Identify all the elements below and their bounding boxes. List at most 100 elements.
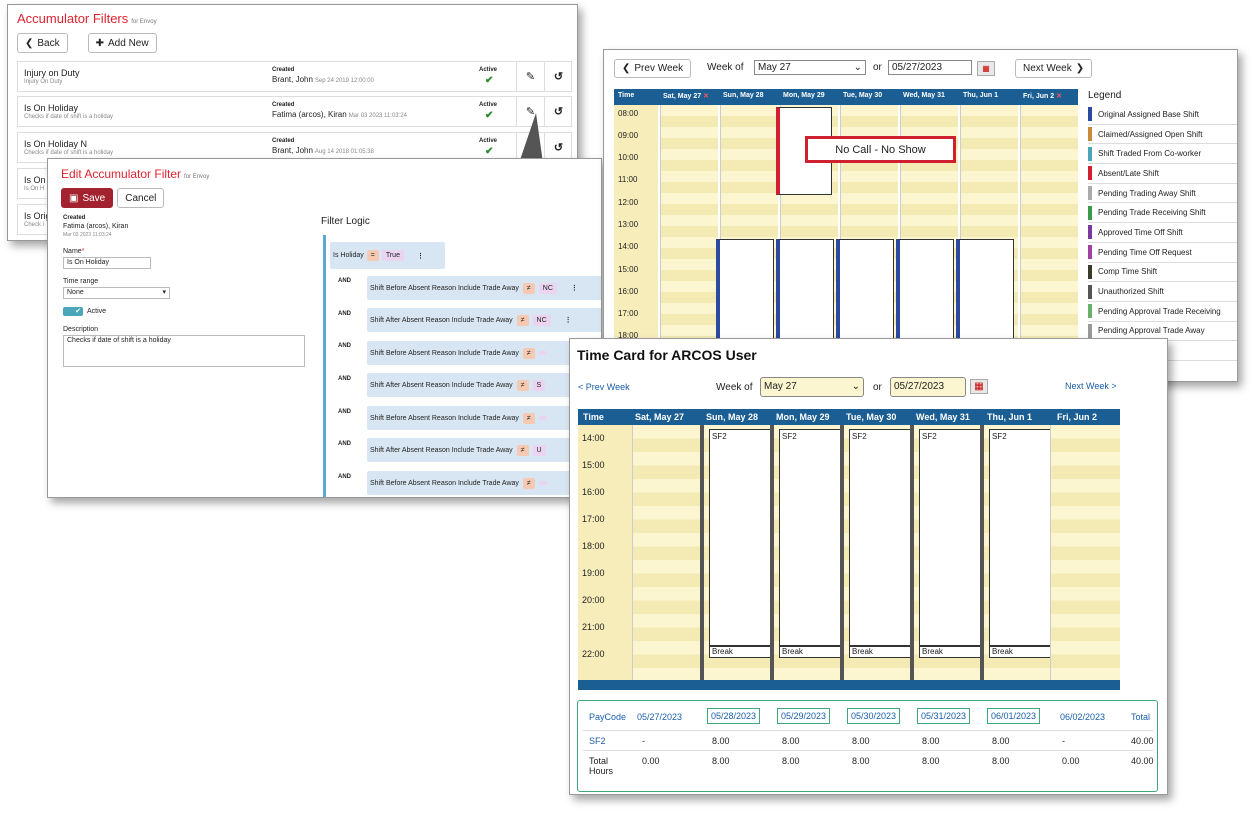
time-range-select[interactable]: None ▾ bbox=[63, 287, 170, 299]
legend-swatch bbox=[1088, 225, 1092, 240]
save-button[interactable]: ▣ Save bbox=[61, 188, 114, 208]
condition-row[interactable]: Shift After Absent Reason Include Trade … bbox=[367, 438, 601, 462]
calendar-icon[interactable]: ▦ bbox=[970, 379, 988, 394]
name-label: Name* bbox=[63, 248, 85, 255]
legend-swatch bbox=[1088, 166, 1092, 181]
legend-label: Pending Trade Receiving Shift bbox=[1098, 208, 1206, 218]
legend-swatch bbox=[1088, 205, 1092, 220]
legend-swatch bbox=[1088, 146, 1092, 161]
legend-swatch bbox=[1088, 264, 1092, 279]
legend-swatch bbox=[1088, 245, 1092, 260]
prev-week-link[interactable]: < Prev Week bbox=[578, 382, 630, 392]
schedule-window: ❮ Prev Week Week of May 27 ⌄ or 05/27/2023… bbox=[603, 49, 1238, 382]
legend-item: Pending Time Off Request bbox=[1088, 243, 1237, 263]
legend-item: Comp Time Shift bbox=[1088, 263, 1237, 283]
check-icon: ✔ bbox=[485, 146, 494, 157]
legend-item: Original Assigned Base Shift bbox=[1088, 105, 1237, 125]
next-week-link[interactable]: Next Week > bbox=[1065, 381, 1117, 391]
more-vertical-icon[interactable]: ⋮ bbox=[565, 316, 572, 324]
pay-summary-table: PayCode 05/27/2023 05/28/2023 05/29/2023… bbox=[577, 700, 1158, 792]
legend-label: Absent/Late Shift bbox=[1098, 168, 1159, 178]
legend-item: Pending Trading Away Shift bbox=[1088, 184, 1237, 204]
page-title: Accumulator Filters for Envoy bbox=[17, 11, 157, 26]
check-icon: ✔ bbox=[485, 75, 494, 86]
cancel-button[interactable]: Cancel bbox=[117, 188, 165, 208]
legend-item: Absent/Late Shift bbox=[1088, 164, 1237, 184]
pencil-icon[interactable]: ✎ bbox=[516, 62, 544, 91]
week-select[interactable]: May 27 ⌄ bbox=[754, 60, 866, 75]
legend-label: Pending Approval Trade Receiving bbox=[1098, 306, 1221, 316]
condition-row[interactable]: Shift Before Absent Reason Include Trade… bbox=[367, 471, 601, 495]
history-icon[interactable]: ↺ bbox=[544, 62, 572, 91]
date-input[interactable]: 05/27/2023 bbox=[888, 60, 972, 75]
back-button[interactable]: ❮ Back bbox=[17, 33, 68, 53]
legend-swatch bbox=[1088, 186, 1092, 201]
shift-block[interactable]: SF2 bbox=[919, 429, 981, 646]
chevron-down-icon: ⌄ bbox=[851, 381, 860, 392]
legend-label: Pending Time Off Request bbox=[1098, 247, 1192, 257]
legend-swatch bbox=[1088, 107, 1092, 122]
page-title: Time Card for ARCOS User bbox=[577, 347, 757, 363]
chevron-right-icon: ❯ bbox=[1075, 63, 1085, 74]
close-icon: ✕ bbox=[1054, 93, 1062, 100]
name-field[interactable]: Is On Holiday bbox=[63, 257, 151, 269]
legend-swatch bbox=[1088, 284, 1092, 299]
legend-item: Unauthorized Shift bbox=[1088, 282, 1237, 302]
legend-swatch bbox=[1088, 127, 1092, 142]
break-block: Break bbox=[919, 646, 981, 658]
legend-item: Pending Trade Receiving Shift bbox=[1088, 203, 1237, 224]
shift-block[interactable]: SF2 bbox=[989, 429, 1051, 646]
legend: Legend Original Assigned Base Shift Claim… bbox=[1088, 90, 1237, 361]
active-toggle[interactable]: ✔ bbox=[63, 307, 83, 316]
no-call-popup: No Call - No Show bbox=[805, 136, 956, 163]
condition-row[interactable]: Shift Before Absent Reason Include Trade… bbox=[367, 341, 601, 365]
legend-label: Claimed/Assigned Open Shift bbox=[1098, 129, 1203, 139]
legend-label: Pending Approval Trade Away bbox=[1098, 326, 1205, 336]
shift-block[interactable]: SF2 bbox=[849, 429, 911, 646]
legend-item: Shift Traded From Co-worker bbox=[1088, 144, 1237, 165]
condition-row[interactable]: Shift After Absent Reason Include Trade … bbox=[367, 308, 601, 332]
condition-row[interactable]: Shift Before Absent Reason Include Trade… bbox=[367, 406, 601, 430]
history-icon[interactable]: ↺ bbox=[544, 97, 572, 126]
description-field[interactable]: Checks if date of shift is a holiday bbox=[63, 335, 305, 367]
legend-swatch bbox=[1088, 304, 1092, 319]
break-block: Break bbox=[709, 646, 771, 658]
break-block: Break bbox=[779, 646, 841, 658]
caret-down-icon: ⌄ bbox=[853, 62, 862, 73]
check-icon: ✔ bbox=[485, 110, 494, 121]
break-block: Break bbox=[989, 646, 1051, 658]
more-vertical-icon[interactable]: ⋮ bbox=[417, 252, 424, 260]
legend-label: Approved Time Off Shift bbox=[1098, 227, 1183, 237]
break-block: Break bbox=[849, 646, 911, 658]
close-icon: ✕ bbox=[701, 93, 709, 100]
legend-item: Pending Approval Trade Receiving bbox=[1088, 302, 1237, 322]
plus-icon: ✚ bbox=[95, 37, 105, 49]
chevron-left-icon: ❮ bbox=[622, 63, 631, 74]
list-item[interactable]: Injury on Duty Injury On Duty Created Bran… bbox=[17, 61, 572, 92]
legend-label: Comp Time Shift bbox=[1098, 267, 1158, 277]
more-vertical-icon[interactable]: ⋮ bbox=[571, 284, 578, 292]
next-week-button[interactable]: Next Week ❯ bbox=[1015, 59, 1093, 78]
date-input[interactable]: 05/27/2023 bbox=[890, 377, 966, 397]
calendar-icon[interactable]: ▦ bbox=[977, 61, 995, 76]
shift-block[interactable]: SF2 bbox=[709, 429, 771, 646]
legend-item: Claimed/Assigned Open Shift bbox=[1088, 125, 1237, 145]
caret-down-icon: ▾ bbox=[162, 289, 166, 296]
condition-row[interactable]: Shift Before Absent Reason Include Trade… bbox=[367, 276, 601, 300]
condition-row[interactable]: Shift After Absent Reason Include Trade … bbox=[367, 373, 601, 397]
chevron-left-icon: ❮ bbox=[25, 37, 34, 49]
legend-item: Approved Time Off Shift bbox=[1088, 223, 1237, 243]
legend-label: Original Assigned Base Shift bbox=[1098, 109, 1199, 119]
add-new-button[interactable]: ✚ Add New bbox=[87, 33, 157, 53]
edit-filter-window: Edit Accumulator Filter for Envoy ▣ Save C… bbox=[47, 158, 602, 498]
list-item[interactable]: Is On Holiday Checks if date of shift is … bbox=[17, 96, 572, 127]
week-select[interactable]: May 27 ⌄ bbox=[760, 377, 864, 397]
root-condition[interactable]: Is Holiday = True ⋮ bbox=[330, 242, 445, 269]
floppy-icon: ▣ bbox=[69, 192, 79, 204]
legend-swatch bbox=[1088, 323, 1092, 338]
cursor-arrow-icon bbox=[519, 113, 543, 163]
shift-block[interactable]: SF2 bbox=[779, 429, 841, 646]
prev-week-button[interactable]: ❮ Prev Week bbox=[614, 59, 692, 78]
legend-label: Shift Traded From Co-worker bbox=[1098, 149, 1202, 159]
time-card-window: Time Card for ARCOS User < Prev Week Wee… bbox=[569, 338, 1168, 795]
